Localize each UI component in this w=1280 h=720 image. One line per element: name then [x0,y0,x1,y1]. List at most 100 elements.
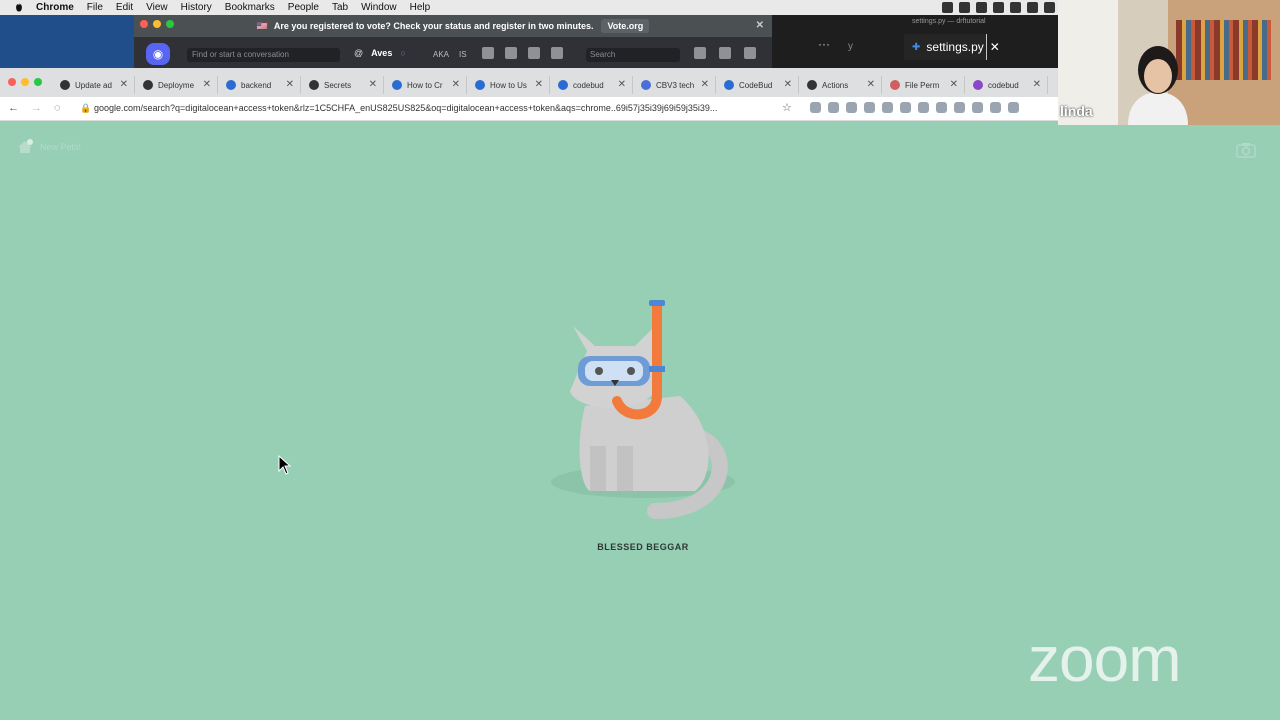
extension-icon[interactable] [936,102,947,113]
tab-label: How to Cr [407,80,443,90]
browser-tab[interactable]: Actions ✕ [799,76,882,94]
bookmark-star-icon[interactable]: ☆ [782,101,792,114]
extension-icon[interactable] [828,102,839,113]
close-tab-icon[interactable]: ✕ [120,79,128,90]
inbox-icon[interactable] [719,47,731,59]
browser-tab[interactable]: How to Us ✕ [467,76,550,94]
minimize-window-button[interactable] [153,20,161,28]
close-tab-icon[interactable]: ✕ [286,79,294,90]
browser-tab[interactable]: Update ad ✕ [52,76,135,94]
channel-extra: AKA [433,50,450,59]
cloud-icon[interactable] [993,2,1004,13]
extension-icon[interactable] [918,102,929,113]
discord-window: 🇺🇸 Are you registered to vote? Check you… [134,15,772,68]
close-icon[interactable]: ✕ [756,20,764,31]
extension-icon[interactable] [1008,102,1019,113]
glasses-icon[interactable] [1027,2,1038,13]
close-tab-icon[interactable]: ✕ [867,79,875,90]
minimize-window-button[interactable] [21,78,29,86]
url-field[interactable]: google.com/search?q=digitalocean+access+… [94,103,717,113]
extension-icon[interactable] [954,102,965,113]
extension-icon[interactable] [900,102,911,113]
pin-icon[interactable] [528,47,540,59]
browser-tab[interactable]: CBV3 tech ✕ [633,76,716,94]
menu-view[interactable]: View [146,2,168,13]
desktop-background [0,15,134,68]
browser-tab[interactable]: Secrets ✕ [301,76,384,94]
browser-tab[interactable]: Deployme ✕ [135,76,218,94]
add-friend-icon[interactable] [551,47,563,59]
close-window-button[interactable] [8,78,16,86]
browser-tab[interactable]: backend ✕ [218,76,301,94]
channel-name: Aves [371,48,393,58]
menu-edit[interactable]: Edit [116,2,133,13]
extension-icon[interactable] [972,102,983,113]
chrome-tab-bar: Update ad ✕ Deployme ✕ backend ✕ Secrets ✕ How t… [0,68,1058,97]
close-tab-icon[interactable]: ✕ [701,79,709,90]
menu-file[interactable]: File [87,2,103,13]
close-tab-icon[interactable]: ✕ [784,79,792,90]
maximize-window-button[interactable] [34,78,42,86]
download-icon[interactable] [694,47,706,59]
extension-icon[interactable] [990,102,1001,113]
close-tab-icon[interactable]: ✕ [369,79,377,90]
controller-icon[interactable] [1010,2,1021,13]
header-search-input[interactable]: Search [586,48,680,62]
conversation-search-input[interactable]: Find or start a conversation [187,48,340,62]
header-right-icons [694,47,756,59]
new-pets-link[interactable]: New Pets! [40,142,81,152]
menu-tab[interactable]: Tab [332,2,348,13]
tab-label: Deployme [158,80,195,90]
status-dot: ○ [400,48,406,58]
forward-icon[interactable]: → [31,102,42,114]
help-icon[interactable] [744,47,756,59]
books-icon[interactable] [959,2,970,13]
extension-icon[interactable] [882,102,893,113]
extension-icon[interactable] [810,102,821,113]
back-icon[interactable]: ← [8,102,19,114]
browser-tab[interactable]: codebud ✕ [550,76,633,94]
lock-icon[interactable]: 🔒 [80,103,91,114]
video-icon[interactable] [505,47,517,59]
home-icon[interactable] [16,138,34,156]
discord-home-icon[interactable]: ◉ [146,43,170,65]
close-tab-icon[interactable]: ✕ [618,79,626,90]
camera-icon[interactable] [1236,142,1256,158]
close-tab-icon[interactable]: ✕ [950,79,958,90]
menu-window[interactable]: Window [361,2,397,13]
browser-tab[interactable]: codebud ✕ [965,76,1048,94]
app-icon[interactable] [976,2,987,13]
call-icon[interactable] [482,47,494,59]
stop-loading-icon[interactable]: ◌ [54,102,61,114]
close-tab-icon[interactable]: ✕ [203,79,211,90]
menu-help[interactable]: Help [410,2,431,13]
tab-settings-py[interactable]: ✚ settings.py ✕ [904,34,1000,60]
close-window-button[interactable] [140,20,148,28]
browser-tab[interactable]: File Perm ✕ [882,76,965,94]
apple-icon[interactable] [14,2,24,13]
browser-tab[interactable]: CodeBud ✕ [716,76,799,94]
favicon-icon [475,80,485,90]
favicon-icon [392,80,402,90]
close-icon[interactable]: ✕ [990,40,1000,54]
menu-history[interactable]: History [181,2,212,13]
close-tab-icon[interactable]: ✕ [535,79,543,90]
browser-tab[interactable]: How to Cr ✕ [384,76,467,94]
vote-link[interactable]: Vote.org [601,19,650,33]
extension-icon[interactable] [864,102,875,113]
close-tab-icon[interactable]: ✕ [452,79,460,90]
menu-people[interactable]: People [288,2,319,13]
menu-chrome[interactable]: Chrome [36,2,74,13]
tab-strip: Update ad ✕ Deployme ✕ backend ✕ Secrets ✕ How t… [52,76,1048,94]
extension-icons [810,102,1019,113]
menu-bookmarks[interactable]: Bookmarks [225,2,275,13]
dropbox-icon[interactable] [942,2,953,13]
maximize-window-button[interactable] [166,20,174,28]
extension-icon[interactable] [846,102,857,113]
more-icon[interactable]: ··· [818,37,830,51]
vscode-window-title: settings.py — drftutorial [912,18,986,25]
favicon-icon [309,80,319,90]
close-tab-icon[interactable]: ✕ [1033,79,1041,90]
tab-label: settings.py [926,40,984,54]
wifi-icon[interactable] [1044,2,1055,13]
